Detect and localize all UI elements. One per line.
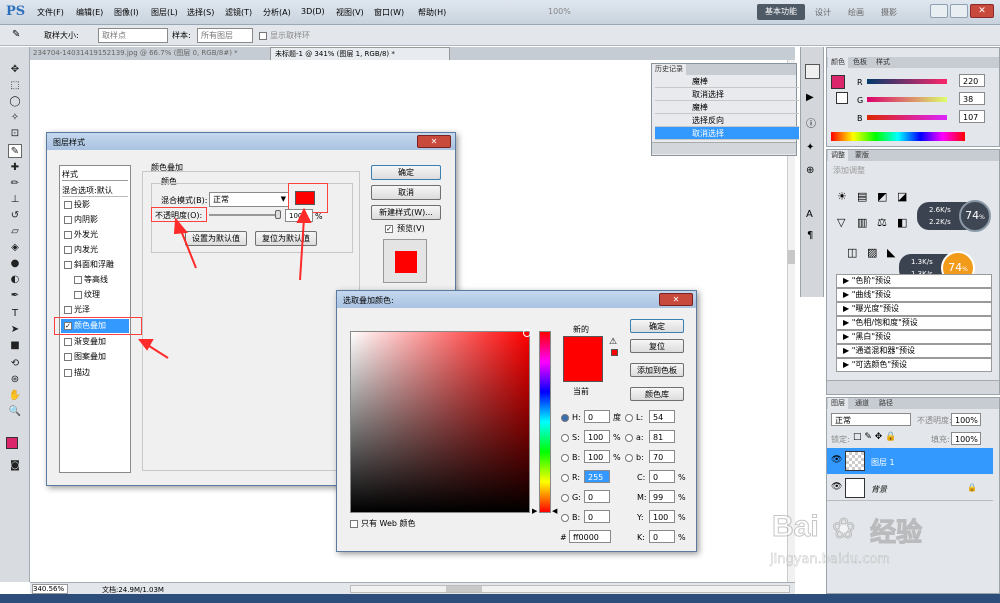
color-field[interactable] bbox=[350, 329, 531, 513]
picker-close-button[interactable]: ✕ bbox=[659, 293, 693, 306]
l-radio[interactable] bbox=[625, 414, 633, 422]
l-input[interactable]: 54 bbox=[649, 410, 675, 423]
y-label: Y: bbox=[637, 513, 644, 522]
b-label: B: bbox=[572, 453, 581, 462]
k-label: K: bbox=[637, 533, 645, 542]
blue-input[interactable]: 0 bbox=[584, 510, 610, 523]
watermark-url: jingyan.baidu.com bbox=[770, 552, 890, 568]
s-input[interactable]: 100 bbox=[584, 430, 610, 443]
baidu-watermark: Bai ❀ 经验 jingyan.baidu.com bbox=[770, 510, 995, 580]
a-radio[interactable] bbox=[625, 434, 633, 442]
gamut-warning-icon[interactable]: ⚠ bbox=[609, 337, 617, 347]
k-unit: % bbox=[678, 533, 686, 542]
y-input[interactable]: 100 bbox=[649, 510, 675, 523]
new-color-swatch bbox=[563, 336, 603, 359]
arrow-swatch-line bbox=[299, 217, 305, 281]
lab-b-radio[interactable] bbox=[625, 454, 633, 462]
h-radio[interactable] bbox=[561, 414, 569, 422]
new-color-label: 新的 bbox=[573, 325, 589, 334]
r-label: R: bbox=[572, 473, 581, 482]
watermark-line1: Bai bbox=[772, 510, 820, 544]
blue-label: B: bbox=[572, 513, 581, 522]
a-input[interactable]: 81 bbox=[649, 430, 675, 443]
y-unit: % bbox=[678, 513, 686, 522]
b-unit: % bbox=[613, 453, 621, 462]
hue-slider[interactable] bbox=[539, 331, 551, 513]
b-radio[interactable] bbox=[561, 454, 569, 462]
lab-b-label: b: bbox=[636, 453, 644, 462]
watermark-line2: 经验 bbox=[869, 518, 923, 549]
hex-input[interactable]: ff0000 bbox=[569, 530, 611, 543]
web-only-checkbox[interactable] bbox=[350, 520, 358, 528]
color-picker-dialog: 选取叠加颜色: ✕ ▶ ◀ 新的 当前 ⚠ 确定 复位 添加到色板 颜色库 H:… bbox=[336, 290, 697, 552]
add-to-swatches-button[interactable]: 添加到色板 bbox=[630, 363, 684, 377]
s-label: S: bbox=[572, 433, 580, 442]
h-label: H: bbox=[572, 413, 581, 422]
picker-title: 选取叠加颜色: bbox=[343, 296, 394, 305]
l-label: L: bbox=[636, 413, 644, 422]
color-libraries-button[interactable]: 颜色库 bbox=[630, 387, 684, 401]
current-color-label: 当前 bbox=[573, 387, 589, 396]
watermark-paw-icon: ❀ bbox=[831, 512, 856, 546]
k-input[interactable]: 0 bbox=[649, 530, 675, 543]
g-label: G: bbox=[572, 493, 581, 502]
s-unit: % bbox=[613, 433, 621, 442]
g-radio[interactable] bbox=[561, 494, 569, 502]
web-color-swatch[interactable] bbox=[611, 349, 618, 356]
blue-radio[interactable] bbox=[561, 514, 569, 522]
b-input[interactable]: 100 bbox=[584, 450, 610, 463]
color-field-cursor[interactable] bbox=[523, 329, 531, 337]
h-input[interactable]: 0 bbox=[584, 410, 610, 423]
arrow-opacity-head bbox=[173, 217, 188, 235]
lab-b-input[interactable]: 70 bbox=[649, 450, 675, 463]
hex-label: # bbox=[560, 533, 567, 542]
current-color-swatch[interactable] bbox=[563, 359, 603, 382]
r-radio[interactable] bbox=[561, 474, 569, 482]
s-radio[interactable] bbox=[561, 434, 569, 442]
c-unit: % bbox=[678, 473, 686, 482]
a-label: a: bbox=[636, 433, 644, 442]
m-label: M: bbox=[637, 493, 647, 502]
c-input[interactable]: 0 bbox=[649, 470, 675, 483]
m-input[interactable]: 99 bbox=[649, 490, 675, 503]
h-unit: 度 bbox=[613, 413, 621, 422]
hue-arrow-right-icon[interactable]: ◀ bbox=[552, 507, 557, 515]
arrow-swatch-head bbox=[296, 207, 312, 223]
picker-ok-button[interactable]: 确定 bbox=[630, 319, 684, 333]
hue-arrow-left-icon[interactable]: ▶ bbox=[532, 507, 537, 515]
arrow-opacity-line bbox=[179, 227, 197, 269]
m-unit: % bbox=[678, 493, 686, 502]
web-only-label: 只有 Web 颜色 bbox=[361, 519, 416, 528]
r-input[interactable]: 255 bbox=[584, 470, 610, 483]
c-label: C: bbox=[637, 473, 646, 482]
picker-reset-button[interactable]: 复位 bbox=[630, 339, 684, 353]
picker-titlebar: 选取叠加颜色: ✕ bbox=[337, 291, 696, 308]
g-input[interactable]: 0 bbox=[584, 490, 610, 503]
